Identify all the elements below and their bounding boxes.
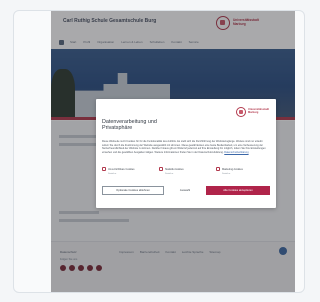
dialog-logo: Universitätsstadt Marburg — [236, 107, 269, 121]
privacy-policy-link[interactable]: Datenschutzerklärung — [224, 151, 248, 154]
consent-statistics-row: Statistik-Cookies — [159, 167, 211, 171]
consent-essential: Unverzichtbare Cookies Details ▾ — [102, 167, 154, 175]
dialog-logo-line2: Marburg — [248, 111, 259, 115]
statistics-label: Statistik-Cookies — [165, 167, 184, 171]
save-selection-button[interactable]: Auswahl — [178, 186, 192, 195]
city-crest-icon — [236, 107, 246, 117]
browser-frame: Carl Ruthig Schule Gesamtschule Burg Uni… — [13, 10, 305, 293]
dialog-title: Datenverarbeitung und Privatsphäre — [102, 119, 157, 132]
accept-all-button[interactable]: Alle Cookies akzeptieren — [206, 186, 270, 195]
website-page: Carl Ruthig Schule Gesamtschule Burg Uni… — [51, 11, 295, 292]
essential-label: Unverzichtbare Cookies — [108, 167, 135, 171]
dialog-actions: Optionale Cookies ablehnen Auswahl Alle … — [102, 186, 270, 195]
marketing-label: Marketing-Cookies — [222, 167, 243, 171]
consent-essential-row: Unverzichtbare Cookies — [102, 167, 154, 171]
consent-marketing: Marketing-Cookies Details ▾ — [216, 167, 268, 175]
marketing-details-toggle[interactable]: Details ▾ — [222, 172, 268, 175]
essential-checkbox[interactable] — [102, 167, 106, 171]
dialog-body-text: Diese Webseite nutzt Cookies für für die… — [102, 140, 268, 154]
marketing-checkbox[interactable] — [216, 167, 220, 171]
reject-optional-button[interactable]: Optionale Cookies ablehnen — [102, 186, 164, 195]
dialog-logo-text: Universitätsstadt Marburg — [248, 108, 269, 115]
statistics-details-toggle[interactable]: Details ▾ — [165, 172, 211, 175]
essential-details-toggle[interactable]: Details ▾ — [108, 172, 154, 175]
consent-options: Unverzichtbare Cookies Details ▾ Statist… — [102, 167, 268, 175]
cookie-consent-dialog: Universitätsstadt Marburg Datenverarbeit… — [96, 99, 276, 208]
consent-statistics: Statistik-Cookies Details ▾ — [159, 167, 211, 175]
consent-marketing-row: Marketing-Cookies — [216, 167, 268, 171]
statistics-checkbox[interactable] — [159, 167, 163, 171]
